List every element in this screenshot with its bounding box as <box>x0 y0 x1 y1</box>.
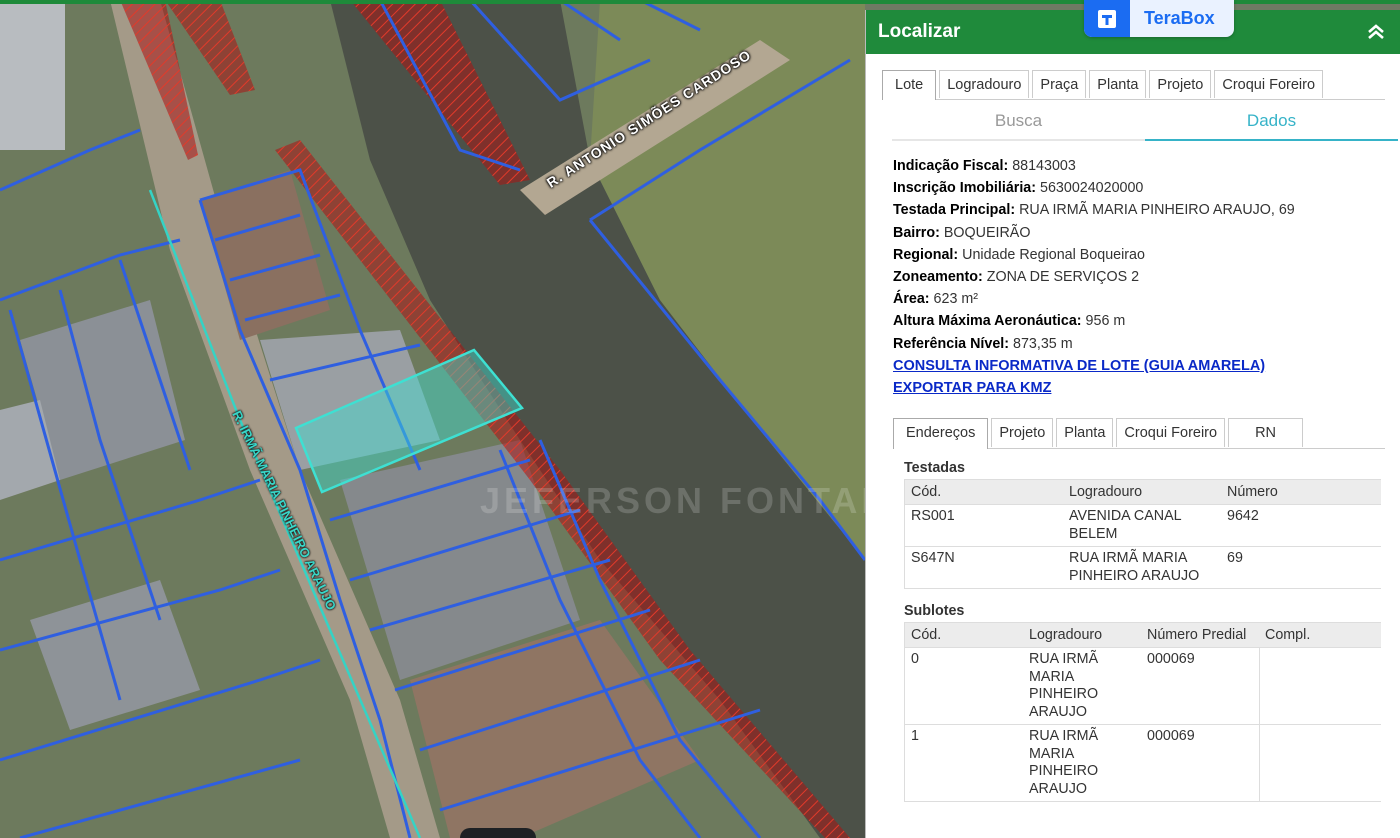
field-indicacao-fiscal: Indicação Fiscal: 88143003 <box>893 158 1076 174</box>
cell: S647N <box>905 546 1063 589</box>
testadas-table: Cód. Logradouro Número RS001 AVENIDA CAN… <box>905 480 1381 589</box>
field-altura: Altura Máxima Aeronáutica: 956 m <box>893 313 1126 330</box>
testadas-table-wrap: Cód. Logradouro Número RS001 AVENIDA CAN… <box>904 479 1381 590</box>
tab-croqui-foreiro[interactable]: Croqui Foreiro <box>1214 70 1324 98</box>
map-control[interactable] <box>460 828 536 838</box>
col-numero-predial: Número Predial <box>1141 623 1259 648</box>
localizar-panel: Localizar Lote Logradouro Praça Planta P… <box>865 10 1400 838</box>
cell: 0 <box>905 647 1023 725</box>
cell: 000069 <box>1141 647 1259 725</box>
watermark: JEFERSON FONTANA <box>480 480 865 521</box>
field-area: Área: 623 m² <box>893 291 979 308</box>
field-testada: Testada Principal: RUA IRMÃ MARIA PINHEI… <box>893 202 1295 219</box>
terabox-widget[interactable]: TeraBox <box>1084 0 1234 37</box>
field-bairro: Bairro: BOQUEIRÃO <box>893 224 1031 241</box>
panel-title: Localizar <box>878 21 961 42</box>
cell <box>1258 647 1381 725</box>
map-view[interactable]: JEFERSON FONTANA R. ANTONIO SIMÕES CARDO… <box>0 0 865 838</box>
exportar-kmz-link[interactable]: EXPORTAR PARA KMZ <box>893 380 1051 396</box>
cell: RUA IRMÃ MARIA PINHEIRO ARAUJO <box>1023 647 1141 725</box>
cell: 1 <box>905 724 1023 802</box>
lot-info: Indicação Fiscal: 88143003 Inscrição Imo… <box>893 155 1385 399</box>
tab-inner-planta[interactable]: Planta <box>1056 418 1114 448</box>
panel-body: Lote Logradouro Praça Planta Projeto Cro… <box>866 54 1400 803</box>
chevron-up-icon[interactable] <box>1361 17 1391 47</box>
cell <box>1258 724 1381 802</box>
tab-inner-rn[interactable]: RN <box>1228 418 1304 448</box>
tab-planta[interactable]: Planta <box>1089 70 1147 98</box>
table-row: 0 RUA IRMÃ MARIA PINHEIRO ARAUJO 000069 <box>905 647 1381 725</box>
sub-tabs: Busca Dados <box>892 103 1398 141</box>
field-referencia: Referência Nível: 873,35 m <box>893 335 1073 352</box>
tab-inner-croqui[interactable]: Croqui Foreiro <box>1116 418 1226 448</box>
col-numero: Número <box>1221 480 1381 505</box>
col-logradouro: Logradouro <box>1063 480 1221 505</box>
col-compl: Compl. <box>1259 623 1381 648</box>
tab-praca[interactable]: Praça <box>1032 70 1087 98</box>
field-zoneamento: Zoneamento: ZONA DE SERVIÇOS 2 <box>893 269 1140 286</box>
map-canvas[interactable] <box>0 0 865 838</box>
field-inscricao: Inscrição Imobiliária: 5630024020000 <box>893 180 1144 197</box>
sublotes-table: Cód. Logradouro Número Predial Compl. 0 … <box>905 623 1381 802</box>
inner-tabs: Endereços Projeto Planta Croqui Foreiro … <box>893 418 1385 450</box>
main-tabs: Lote Logradouro Praça Planta Projeto Cro… <box>882 70 1385 100</box>
testadas-title: Testadas <box>904 460 965 477</box>
field-regional: Regional: Unidade Regional Boqueirao <box>893 246 1145 263</box>
cell: AVENIDA CANAL BELEM <box>1063 504 1221 547</box>
table-row: 1 RUA IRMÃ MARIA PINHEIRO ARAUJO 000069 <box>905 724 1381 802</box>
tab-logradouro[interactable]: Logradouro <box>939 70 1030 98</box>
cell: RUA IRMÃ MARIA PINHEIRO ARAUJO <box>1023 724 1141 802</box>
terabox-label: TeraBox <box>1144 8 1215 28</box>
cell: RUA IRMÃ MARIA PINHEIRO ARAUJO <box>1063 546 1221 589</box>
tab-lote[interactable]: Lote <box>882 70 937 100</box>
cell: RS001 <box>905 504 1063 547</box>
cell: 000069 <box>1141 724 1259 802</box>
sublotes-title: Sublotes <box>904 603 965 620</box>
tab-enderecos[interactable]: Endereços <box>893 418 989 450</box>
tab-projeto[interactable]: Projeto <box>1149 70 1212 98</box>
table-row: S647N RUA IRMÃ MARIA PINHEIRO ARAUJO 69 <box>905 546 1381 589</box>
tab-inner-projeto[interactable]: Projeto <box>991 418 1054 448</box>
cell: 69 <box>1221 546 1381 589</box>
col-cod: Cód. <box>905 623 1023 648</box>
subtab-dados[interactable]: Dados <box>1145 103 1398 141</box>
table-header: Cód. Logradouro Número Predial Compl. <box>905 623 1381 648</box>
roof <box>0 0 65 150</box>
cell: 9642 <box>1221 504 1381 547</box>
col-cod: Cód. <box>905 480 1063 505</box>
subtab-busca[interactable]: Busca <box>892 103 1145 141</box>
col-logradouro: Logradouro <box>1023 623 1141 648</box>
terabox-icon <box>1084 0 1130 37</box>
guia-amarela-link[interactable]: CONSULTA INFORMATIVA DE LOTE (GUIA AMARE… <box>893 358 1265 374</box>
sublotes-table-wrap: Cód. Logradouro Número Predial Compl. 0 … <box>904 622 1381 803</box>
table-header: Cód. Logradouro Número <box>905 480 1381 505</box>
table-row: RS001 AVENIDA CANAL BELEM 9642 <box>905 504 1381 547</box>
